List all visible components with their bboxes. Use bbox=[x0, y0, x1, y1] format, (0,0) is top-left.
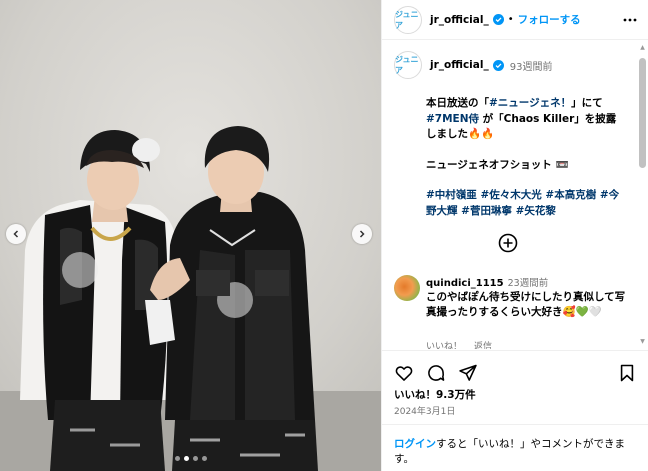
person-right bbox=[145, 126, 318, 471]
carousel-indicator bbox=[0, 456, 381, 461]
comment-actions: いいね！ 返信 bbox=[426, 339, 492, 349]
commenter-avatar[interactable] bbox=[394, 275, 420, 301]
login-prompt: ログインすると「いいね！」やコメントができます。 bbox=[382, 424, 648, 471]
account-avatar[interactable]: ジュニア bbox=[394, 5, 422, 34]
chevron-right-icon bbox=[359, 230, 365, 238]
hashtag-link[interactable]: #ニュージェネ！ bbox=[489, 97, 571, 109]
caption-text: ニュージェネオフショット bbox=[426, 158, 552, 171]
header-separator: • bbox=[507, 14, 514, 25]
verified-badge-icon bbox=[492, 14, 504, 25]
next-photo-button[interactable] bbox=[352, 224, 372, 244]
caption-username[interactable]: jr_official_ bbox=[430, 59, 489, 71]
comment-username[interactable]: quindici_1115 bbox=[426, 278, 504, 289]
verified-badge-icon bbox=[492, 59, 504, 71]
like-count[interactable]: いいね！9.3万件 bbox=[394, 387, 476, 402]
scroll-up-arrow-icon[interactable]: ▲ bbox=[639, 44, 646, 52]
videotape-emoji: 📼 bbox=[555, 158, 569, 171]
caption-text: 」にて bbox=[571, 97, 603, 109]
comment-reply-button[interactable]: 返信 bbox=[474, 339, 492, 349]
follow-button[interactable]: フォローする bbox=[518, 12, 581, 27]
photo-people-illustration bbox=[20, 126, 318, 471]
share-icon[interactable] bbox=[458, 363, 478, 383]
post-caption: 本日放送の「#ニュージェネ！」にて #7MEN侍 が「Chaos Killer」… bbox=[426, 96, 622, 234]
avatar-logo-text: ジュニア bbox=[395, 9, 419, 30]
post-actions-bar bbox=[382, 350, 648, 388]
comment-like-button[interactable]: いいね！ bbox=[426, 339, 462, 349]
caption-text: 本日放送の「 bbox=[426, 97, 489, 109]
caption-author-row: ジュニア jr_official_ 93週間前 bbox=[394, 51, 552, 79]
chevron-left-icon bbox=[13, 230, 19, 238]
post-date: 2024年3月1日 bbox=[394, 407, 456, 417]
caption-avatar[interactable]: ジュニア bbox=[394, 51, 422, 79]
post-age: 93週間前 bbox=[509, 61, 553, 73]
save-bookmark-icon[interactable] bbox=[617, 363, 637, 383]
hashtag-link[interactable]: #7MEN侍 bbox=[426, 113, 479, 125]
fire-emoji: 🔥🔥 bbox=[468, 128, 495, 140]
load-more-comments-icon[interactable] bbox=[498, 233, 518, 253]
post-photo[interactable] bbox=[0, 0, 381, 471]
comment-icon[interactable] bbox=[426, 363, 446, 383]
hashtag-list[interactable]: #中村嶺亜 #佐々木大光 #本高克樹 #今野大輝 #菅田琳寧 #矢花黎 bbox=[426, 188, 622, 219]
carousel-dot bbox=[201, 456, 207, 461]
comment-header: quindici_1115 23週間前 bbox=[426, 275, 548, 289]
carousel-dot bbox=[174, 456, 180, 461]
scrollbar-thumb[interactable] bbox=[639, 58, 646, 168]
header-username[interactable]: jr_official_ bbox=[430, 14, 489, 26]
avatar-logo-text: ジュニア bbox=[395, 55, 419, 75]
carousel-dot bbox=[192, 456, 198, 461]
comment-time: 23週間前 bbox=[507, 278, 549, 289]
prev-photo-button[interactable] bbox=[6, 224, 26, 244]
post-header: ジュニア jr_official_ • フォローする bbox=[382, 0, 648, 40]
comment-emoji: 🥰💚🤍 bbox=[562, 305, 602, 318]
post-sidebar: ジュニア jr_official_ • フォローする ジュニア jr_offic… bbox=[381, 0, 648, 471]
comment-text: このやばぽん待ち受けにしたり真似して写真撮ったりするくらい大好き🥰💚🤍 bbox=[426, 290, 626, 319]
carousel-dot-active bbox=[183, 456, 189, 461]
scrollbar[interactable]: ▲ ▼ bbox=[639, 44, 646, 346]
scroll-down-arrow-icon[interactable]: ▼ bbox=[639, 338, 646, 346]
heart-icon[interactable] bbox=[394, 363, 414, 383]
more-options-icon[interactable] bbox=[623, 13, 637, 27]
login-link[interactable]: ログイン bbox=[394, 438, 436, 450]
comments-scroll-area[interactable]: ジュニア jr_official_ 93週間前 本日放送の「#ニュージェネ！」に… bbox=[382, 41, 648, 349]
